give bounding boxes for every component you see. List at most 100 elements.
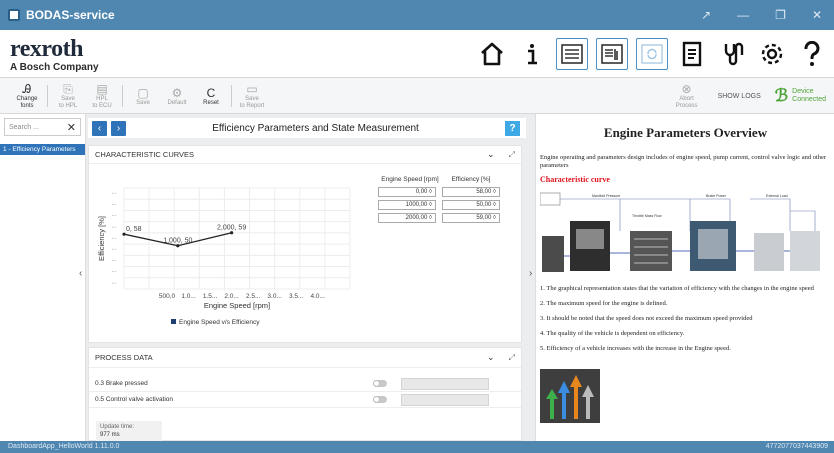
- save-to-report-button[interactable]: ▭ Save to Report: [235, 82, 269, 110]
- update-time-box: Update time: 977 ms: [96, 421, 162, 441]
- brand-subtitle: A Bosch Company: [10, 62, 99, 73]
- process-row-brake: 0.3 Brake pressed: [89, 376, 521, 392]
- header-engine-speed: Engine Speed [rpm]: [381, 176, 439, 183]
- refresh-icon[interactable]: [636, 38, 668, 70]
- collapse-sidebar-icon[interactable]: ‹: [79, 268, 82, 279]
- sidebar-item-efficiency-parameters[interactable]: 1 - Efficiency Parameters: [0, 144, 85, 155]
- y-tick-label: ...: [112, 201, 116, 207]
- chevron-down-icon[interactable]: ⌄: [487, 352, 495, 363]
- panel-header: CHARACTERISTIC CURVES ⌄ ⤢: [89, 146, 521, 164]
- expand-icon[interactable]: ⤢: [509, 150, 515, 160]
- title-bar: BODAS-service ↗ — ❐ ✕: [0, 0, 834, 30]
- efficiency-table: Engine Speed [rpm] Efficiency [%] 0,00 ◊…: [378, 176, 500, 226]
- y-axis-label: Efficiency [%]: [97, 216, 106, 261]
- minimize-icon[interactable]: —: [737, 8, 749, 22]
- reset-icon: C: [206, 85, 216, 100]
- y-tick-label: ...: [112, 246, 116, 252]
- popout-icon[interactable]: ↗: [701, 8, 711, 22]
- x-tick-label: 4.0...: [310, 293, 325, 300]
- x-tick-label: 1.0...: [181, 293, 196, 300]
- chevron-down-icon[interactable]: ⌄: [487, 149, 495, 160]
- clear-search-icon[interactable]: ✕: [67, 121, 76, 134]
- save-to-hpl-button[interactable]: ⎘ Save to HPL: [51, 82, 85, 110]
- point-text: 1. The graphical representation states t…: [540, 285, 814, 292]
- x-axis-label: Engine Speed [rpm]: [204, 301, 270, 310]
- process-row-control-valve: 0.5 Control valve activation: [89, 392, 521, 408]
- prev-page-button[interactable]: ‹: [92, 120, 107, 136]
- table-row: 1000,00 ◊ 50,00 ◊: [378, 200, 500, 210]
- engine-overview-panel: Engine Parameters Overview Engine operat…: [535, 114, 834, 441]
- device-status: ℬ Device Connected: [775, 86, 826, 106]
- brake-toggle[interactable]: [373, 380, 387, 387]
- button-label: Save: [136, 99, 150, 106]
- window-title: BODAS-service: [26, 8, 115, 22]
- table-row: 2000,00 ◊ 59,00 ◊: [378, 213, 500, 223]
- speed-input[interactable]: 0,00 ◊: [378, 187, 436, 197]
- diagram-label: External Load: [766, 194, 788, 198]
- y-tick-label: ...: [112, 190, 116, 196]
- device-serial: 4772077037443909: [765, 443, 828, 450]
- expand-icon[interactable]: ⤢: [509, 353, 515, 363]
- button-label: Change: [16, 96, 38, 102]
- efficiency-input[interactable]: 59,00 ◊: [442, 213, 500, 223]
- home-icon[interactable]: [476, 38, 508, 70]
- help-icon[interactable]: [796, 38, 828, 70]
- page-help-button[interactable]: ?: [505, 120, 520, 136]
- button-label: fonts: [20, 103, 34, 109]
- data-label: 1,000, 50: [163, 238, 192, 245]
- overview-points: 1. The graphical representation states t…: [540, 285, 830, 360]
- point-text: 2. The maximum speed for the engine is d…: [540, 300, 668, 307]
- button-label: Process: [675, 103, 698, 109]
- window-controls: ↗ — ❐ ✕: [701, 8, 834, 22]
- efficiency-chart: ........................... 500,0 1.0... 1.…: [97, 187, 351, 326]
- status-label: Device: [792, 88, 814, 95]
- nav-icons: [476, 38, 828, 70]
- point-text: 3. It should be noted that the speed doe…: [540, 315, 753, 322]
- x-tick-label: 500,0: [159, 293, 176, 300]
- dashboard-icon[interactable]: [596, 38, 628, 70]
- y-tick-label: ...: [112, 279, 116, 285]
- toolbar-divider: [122, 85, 123, 107]
- x-tick-label: 3.5...: [289, 293, 304, 300]
- info-icon[interactable]: [516, 38, 548, 70]
- abort-process-button[interactable]: ⊗ Abort Process: [670, 82, 704, 110]
- close-icon[interactable]: ✕: [812, 8, 822, 22]
- next-page-button[interactable]: ›: [111, 120, 126, 136]
- list-icon[interactable]: [556, 38, 588, 70]
- speed-input[interactable]: 1000,00 ◊: [378, 200, 436, 210]
- data-label: 2,000, 59: [217, 225, 246, 232]
- hpl-to-ecu-button[interactable]: ▤ HPL to ECU: [85, 82, 119, 110]
- panel-title: PROCESS DATA: [95, 353, 153, 362]
- change-fonts-button[interactable]: Ꭿ Change fonts: [10, 82, 44, 110]
- sidebar-search[interactable]: Search ... ✕: [4, 118, 81, 136]
- control-valve-value-field: [401, 393, 489, 406]
- button-label: Save: [61, 96, 75, 102]
- device-status-text: Device Connected: [792, 88, 826, 104]
- speed-input[interactable]: 2000,00 ◊: [378, 213, 436, 223]
- y-tick-label: ...: [112, 268, 116, 274]
- font-icon: Ꭿ: [22, 82, 32, 96]
- curve-heading: Characteristic curve: [540, 175, 610, 184]
- save-icon: ⎘: [63, 82, 73, 96]
- efficiency-input[interactable]: 50,00 ◊: [442, 200, 500, 210]
- show-logs-button[interactable]: SHOW LOGS: [718, 93, 761, 100]
- toolbar-left: Ꭿ Change fonts ⎘ Save to HPL ▤ HPL to ECU ▢ Sav…: [10, 78, 269, 114]
- button-label: to HPL: [58, 103, 78, 109]
- default-button[interactable]: ⚙ Default: [160, 86, 194, 107]
- efficiency-input[interactable]: 58,00 ◊: [442, 187, 500, 197]
- overview-title: Engine Parameters Overview: [603, 125, 768, 140]
- status-bar: DashboardApp_HelloWorld 1.11.0.0 4772077…: [0, 441, 834, 453]
- gear-icon[interactable]: [756, 38, 788, 70]
- save-button[interactable]: ▢ Save: [126, 86, 160, 107]
- reset-button[interactable]: C Reset: [194, 86, 228, 107]
- search-input[interactable]: Search ...: [9, 124, 39, 131]
- expand-right-panel-icon[interactable]: ›: [529, 268, 532, 279]
- panel-header: PROCESS DATA ⌄ ⤢: [89, 348, 521, 368]
- control-valve-toggle[interactable]: [373, 396, 387, 403]
- button-label: HPL: [96, 96, 108, 102]
- brand-logo: rexroth A Bosch Company: [10, 37, 99, 73]
- plug-icon[interactable]: [716, 38, 748, 70]
- maximize-icon[interactable]: ❐: [775, 8, 786, 22]
- process-label: 0.3 Brake pressed: [95, 380, 148, 387]
- document-icon[interactable]: [676, 38, 708, 70]
